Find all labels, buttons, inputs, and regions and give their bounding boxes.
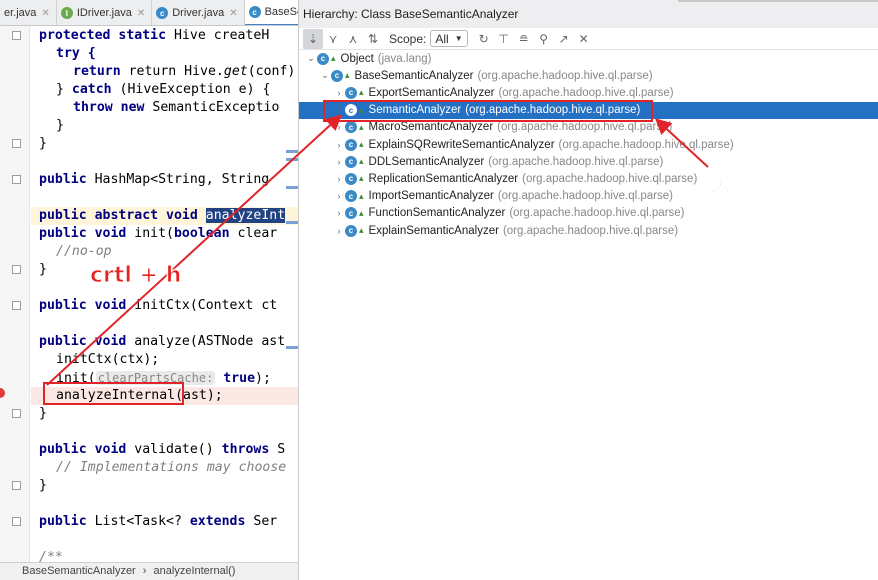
annotation-arrows <box>46 114 709 386</box>
annotation-ctrl-h: crtl + h <box>89 263 182 289</box>
annotation-query: 关于查询 <box>709 172 799 198</box>
ide-window: er.java ✕ I IDriver.java ✕ c Driver.java ✕ c Base… <box>0 0 878 580</box>
